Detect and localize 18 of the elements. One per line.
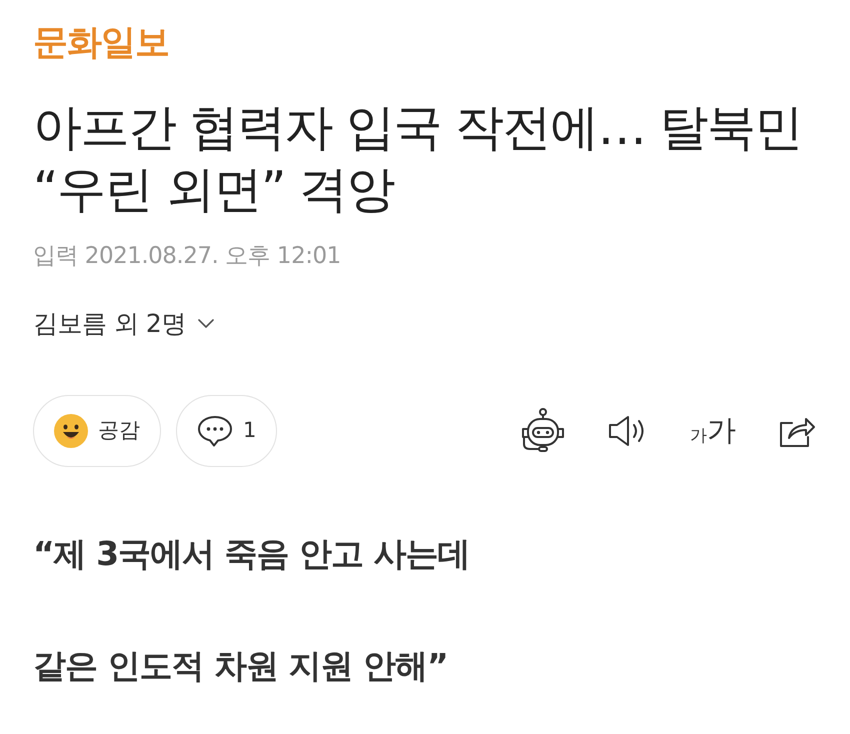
empathy-label: 공감 <box>98 417 140 444</box>
headline: “우린 외면” 격앙 <box>33 160 394 220</box>
comment-count: 1 <box>243 417 256 444</box>
comment-button[interactable]: 1 <box>176 395 278 467</box>
headline: 아프간 협력자 입국 작전에… 탈북민 <box>33 98 802 158</box>
subheading: 같은 인도적 차원 지원 안해” <box>33 647 448 685</box>
font-size-large: 가 <box>707 416 736 444</box>
font-size-small: 가 <box>690 428 707 444</box>
speech-bubble-icon <box>197 415 233 447</box>
robot-icon <box>520 408 566 454</box>
subheading: “제 3국에서 죽음 안고 사는데 <box>33 535 470 573</box>
empathy-button[interactable]: 공감 <box>33 395 161 467</box>
font-size-button[interactable]: 가가 <box>690 416 736 446</box>
authors-label: 김보름 외 2명 <box>33 309 186 339</box>
robot-button[interactable] <box>520 408 566 454</box>
publish-date: 입력 2021.08.27. 오후 12:01 <box>33 242 341 271</box>
authors-toggle[interactable]: 김보름 외 2명 <box>33 309 214 339</box>
smiley-icon <box>54 414 88 448</box>
